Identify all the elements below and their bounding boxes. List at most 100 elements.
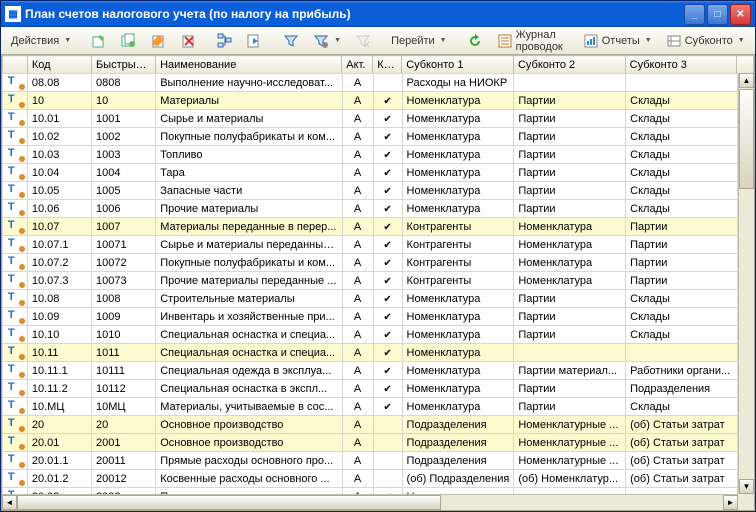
move-button[interactable]: [241, 30, 269, 52]
cell-sub3: Склады: [626, 200, 738, 218]
filter-settings-icon: [313, 33, 329, 49]
cell-kod: 10.07: [27, 218, 91, 236]
table-row[interactable]: 10.11.210112Специальная оснастка в экспл…: [3, 380, 738, 398]
journal-button[interactable]: Журнал проводок: [491, 30, 569, 52]
col-header-sub3[interactable]: Субконто 3: [625, 56, 737, 74]
filter-clear-button[interactable]: [349, 30, 377, 52]
cell-sub1: Номенклатура: [402, 344, 514, 362]
subkonto-menu[interactable]: Субконто▼: [660, 30, 751, 52]
col-header-sub1[interactable]: Субконто 1: [402, 56, 514, 74]
cell-fast: 20011: [92, 452, 156, 470]
horizontal-scrollbar[interactable]: ◄ ►: [2, 494, 738, 510]
table-row[interactable]: 20.012001Основное производствоАПодраздел…: [3, 434, 738, 452]
cell-akt: А: [342, 398, 373, 416]
cell-sub1: Номенклатура: [402, 110, 514, 128]
filter-button[interactable]: [277, 30, 305, 52]
scroll-thumb-v[interactable]: [739, 89, 754, 189]
table-row[interactable]: 10.051005Запасные частиА✔НоменклатураПар…: [3, 182, 738, 200]
col-header-kod[interactable]: Код: [27, 56, 91, 74]
cell-akt: А: [342, 128, 373, 146]
close-button[interactable]: ✕: [730, 4, 751, 25]
col-header-name[interactable]: Наименование: [156, 56, 342, 74]
add-copy-button[interactable]: [115, 30, 143, 52]
table-row[interactable]: 10.07.310073Прочие материалы переданные …: [3, 272, 738, 290]
table-row[interactable]: 10.111011Специальная оснастка и специа..…: [3, 344, 738, 362]
table-row[interactable]: 20.01.120011Прямые расходы основного про…: [3, 452, 738, 470]
cell-sub2: Партии: [514, 164, 626, 182]
scroll-right-button[interactable]: ►: [723, 495, 738, 510]
cell-kol: ✔: [373, 200, 402, 218]
edit-icon: [151, 33, 167, 49]
table-row[interactable]: 10.091009Инвентарь и хозяйственные при..…: [3, 308, 738, 326]
cell-akt: А: [342, 452, 373, 470]
col-header-fast[interactable]: Быстрый ...: [91, 56, 155, 74]
cell-fast: 1002: [92, 128, 156, 146]
maximize-button[interactable]: □: [707, 4, 728, 25]
cell-fast: 1008: [92, 290, 156, 308]
table-row[interactable]: 10.071007Материалы переданные в перер...…: [3, 218, 738, 236]
table-row[interactable]: 10.061006Прочие материалыА✔НоменклатураП…: [3, 200, 738, 218]
table-row[interactable]: 10.011001Сырье и материалыА✔Номенклатура…: [3, 110, 738, 128]
table-row[interactable]: 08.080808Выполнение научно-исследоват...…: [3, 74, 738, 92]
actions-menu[interactable]: Действия▼: [5, 30, 77, 52]
add-button[interactable]: [85, 30, 113, 52]
scroll-up-button[interactable]: ▲: [739, 73, 754, 88]
filter-clear-icon: [355, 33, 371, 49]
cell-sub1: Номенклатура: [402, 92, 514, 110]
cell-akt: А: [342, 218, 373, 236]
col-header-icon[interactable]: [3, 56, 28, 74]
cell-name: Покупные полуфабрикаты и ком...: [156, 254, 342, 272]
row-type-icon: [3, 398, 28, 416]
cell-name: Топливо: [156, 146, 342, 164]
row-type-icon: [3, 164, 28, 182]
delete-button[interactable]: [175, 30, 203, 52]
cell-kol: ✔: [373, 182, 402, 200]
cell-sub3: Склады: [626, 164, 738, 182]
cell-fast: 10МЦ: [92, 398, 156, 416]
scroll-thumb-h[interactable]: [17, 495, 441, 510]
reports-icon: [583, 33, 599, 49]
cell-sub2: Номенклатурные ...: [514, 452, 626, 470]
table-row[interactable]: 1010МатериалыА✔НоменклатураПартииСклады: [3, 92, 738, 110]
cell-kod: 10.01: [27, 110, 91, 128]
vertical-scrollbar[interactable]: ▲ ▼: [738, 73, 754, 494]
goto-menu[interactable]: Перейти▼: [385, 30, 453, 52]
toolbar: Действия▼ ▼ Перейти▼ Журнал проводок Отч…: [1, 27, 755, 55]
scroll-left-button[interactable]: ◄: [2, 495, 17, 510]
cell-sub3: Подразделения: [626, 380, 738, 398]
table-row[interactable]: 10.041004ТараА✔НоменклатураПартииСклады: [3, 164, 738, 182]
cell-kod: 10.07.3: [27, 272, 91, 290]
table-row[interactable]: 10.021002Покупные полуфабрикаты и ком...…: [3, 128, 738, 146]
table-row[interactable]: 2020Основное производствоАПодразделенияН…: [3, 416, 738, 434]
data-grid: Код Быстрый ... Наименование Акт. Кол. С…: [1, 54, 755, 511]
filter-dropdown[interactable]: ▼: [307, 30, 347, 52]
table-row[interactable]: 10.101010Специальная оснастка и специа..…: [3, 326, 738, 344]
col-header-akt[interactable]: Акт.: [342, 56, 373, 74]
row-type-icon: [3, 290, 28, 308]
table-row[interactable]: 10.07.110071Сырье и материалы переданные…: [3, 236, 738, 254]
scroll-down-button[interactable]: ▼: [739, 479, 754, 494]
reports-menu[interactable]: Отчеты▼: [577, 30, 658, 52]
cell-kod: 10: [27, 92, 91, 110]
cell-sub3: Склады: [626, 308, 738, 326]
cell-kod: 10.02: [27, 128, 91, 146]
table-row[interactable]: 10.МЦ10МЦМатериалы, учитываемые в сос...…: [3, 398, 738, 416]
cell-sub2: Партии: [514, 182, 626, 200]
cell-akt: А: [342, 344, 373, 362]
cell-sub3: Партии: [626, 272, 738, 290]
table-row[interactable]: 20.01.220012Косвенные расходы основного …: [3, 470, 738, 488]
move-icon: [247, 33, 263, 49]
col-header-kol[interactable]: Кол.: [373, 56, 402, 74]
row-type-icon: [3, 200, 28, 218]
cell-sub3: [626, 74, 738, 92]
edit-button[interactable]: [145, 30, 173, 52]
refresh-button[interactable]: [461, 30, 489, 52]
table-row[interactable]: 10.031003ТопливоА✔НоменклатураПартииСкла…: [3, 146, 738, 164]
table-row[interactable]: 10.11.110111Специальная одежда в эксплуа…: [3, 362, 738, 380]
minimize-button[interactable]: _: [684, 4, 705, 25]
row-type-icon: [3, 182, 28, 200]
table-row[interactable]: 10.07.210072Покупные полуфабрикаты и ком…: [3, 254, 738, 272]
hierarchy-button[interactable]: [211, 30, 239, 52]
col-header-sub2[interactable]: Субконто 2: [513, 56, 625, 74]
table-row[interactable]: 10.081008Строительные материалыА✔Номенкл…: [3, 290, 738, 308]
